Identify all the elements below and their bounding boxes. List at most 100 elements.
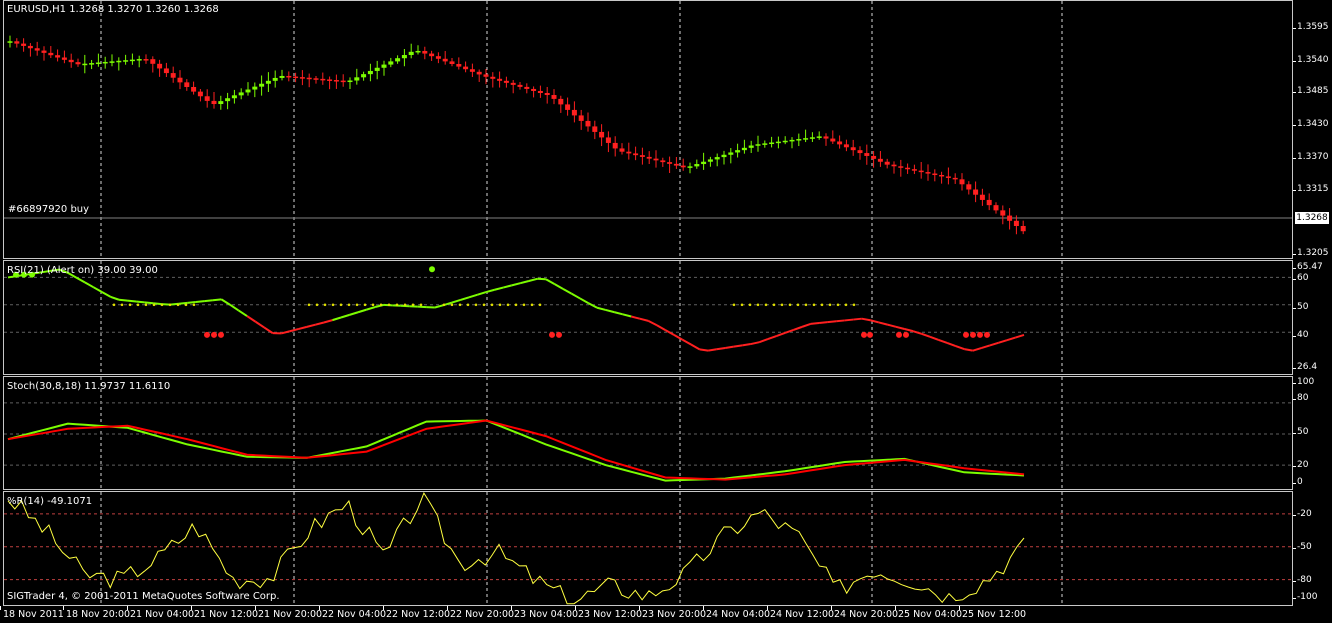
rsi-segment (878, 321, 888, 326)
candle-body (626, 151, 632, 154)
candle-body (170, 73, 176, 78)
candle-body (361, 74, 367, 78)
rsi-segment (101, 291, 111, 298)
rsi-signal-dot (144, 303, 148, 307)
wpr-tick: -20 (1293, 509, 1312, 519)
rsi-signal-dot (403, 303, 407, 307)
price-tick: 1.3540 (1293, 55, 1329, 65)
wpr-chart[interactable] (4, 492, 1293, 606)
candle-body (748, 145, 754, 148)
candle-body (877, 158, 883, 162)
wpr-pane[interactable]: %R(14) -49.1071 SIGTrader 4, © 2001-2011… (3, 491, 1293, 606)
rsi-tick: 50 (1292, 302, 1309, 312)
candle-body (102, 61, 108, 64)
candle-body (157, 63, 163, 69)
rsi-signal-dot (780, 303, 784, 307)
rsi-signal-dot (120, 303, 124, 307)
rsi-pane[interactable]: RSI(21) (Alert on) 39.00 39.00 (3, 260, 1293, 375)
stoch-pane[interactable]: Stoch(30,8,18) 11.9737 11.6110 (3, 376, 1293, 490)
time-label: 25 Nov 04:00 (894, 606, 963, 620)
candle-body (687, 166, 693, 168)
rsi-signal-dot (184, 303, 188, 307)
candle-body (551, 95, 557, 99)
candle-body (1007, 215, 1013, 221)
time-label: 21 Nov 04:00 (126, 606, 195, 620)
rsi-segment (887, 323, 897, 328)
candle-body (884, 161, 890, 165)
time-label: 22 Nov 20:00 (446, 606, 515, 620)
candle-body (367, 70, 373, 75)
candle-body (469, 69, 475, 72)
candle-body (435, 56, 441, 59)
rsi-segment (818, 321, 828, 325)
rsi-segment (571, 292, 581, 300)
rsi-signal-dot (339, 303, 343, 307)
time-label: 23 Nov 04:00 (510, 606, 579, 620)
candle-body (803, 138, 809, 140)
rsi-segment (511, 282, 521, 287)
candle-body (333, 80, 339, 82)
rsi-signal-dot (347, 303, 351, 307)
candle-body (707, 159, 713, 162)
rsi-header: RSI(21) (Alert on) 39.00 39.00 (7, 265, 158, 276)
candle-body (415, 50, 421, 53)
rsi-segment (255, 320, 265, 329)
time-label: 23 Nov 20:00 (638, 606, 707, 620)
candle-body (61, 57, 67, 60)
rsi-signal-dot (522, 303, 526, 307)
candle-body (252, 86, 258, 90)
rsi-segment (946, 342, 957, 347)
rsi-segment (340, 313, 350, 319)
candle-body (782, 140, 788, 143)
candle-body (993, 205, 999, 211)
rsi-signal-dot (458, 303, 462, 307)
candle-body (905, 167, 911, 170)
rsi-chart[interactable] (4, 261, 1293, 375)
time-label: 24 Nov 04:00 (702, 606, 771, 620)
price-header: EURUSD,H1 1.3268 1.3270 1.3260 1.3268 (7, 4, 219, 15)
stoch-tick: 80 (1292, 393, 1309, 403)
stoch-tick: 50 (1292, 427, 1309, 437)
candle-body (299, 77, 305, 79)
candle-body (789, 139, 795, 142)
rsi-segment (357, 308, 367, 314)
rsi-signal-dot (411, 303, 415, 307)
candle-body (653, 158, 659, 161)
stoch-chart[interactable] (4, 377, 1293, 490)
rsi-segment (938, 338, 948, 344)
candle-body (1013, 220, 1019, 227)
rsi-segment (853, 317, 862, 321)
rsi-segment (1015, 333, 1025, 339)
rsi-segment (801, 322, 811, 328)
rsi-segment (237, 309, 248, 317)
candle-body (286, 75, 292, 78)
candle-body (21, 43, 27, 46)
rsi-signal-dot (192, 303, 196, 307)
candle-body (871, 155, 877, 159)
candle-body (864, 153, 870, 156)
time-label: 18 Nov 2011 (0, 606, 64, 620)
candle-body (571, 109, 577, 116)
rsi-segment (144, 301, 154, 305)
candle-body (408, 51, 414, 56)
time-label: 22 Nov 12:00 (382, 606, 451, 620)
rsi-signal-dot (852, 303, 856, 307)
rsi-segment (212, 298, 222, 302)
candle-body (75, 62, 81, 65)
candle-body (429, 53, 435, 57)
rsi-signal-dot (363, 303, 367, 307)
price-pane[interactable]: EURUSD,H1 1.3268 1.3270 1.3260 1.3268 #6… (3, 0, 1293, 259)
rsi-sell-dot (896, 331, 902, 338)
rsi-segment (451, 298, 461, 304)
candle-body (374, 67, 380, 71)
candle-body (979, 194, 985, 200)
candle-body (259, 83, 265, 87)
rsi-sell-dot (204, 331, 210, 338)
candle-body (714, 157, 720, 160)
candle-body (932, 173, 938, 176)
rsi-signal-dot (331, 303, 335, 307)
rsi-segment (861, 317, 871, 322)
rsi-signal-dot (788, 303, 792, 307)
rsi-segment (494, 286, 504, 291)
price-chart[interactable] (4, 1, 1293, 259)
